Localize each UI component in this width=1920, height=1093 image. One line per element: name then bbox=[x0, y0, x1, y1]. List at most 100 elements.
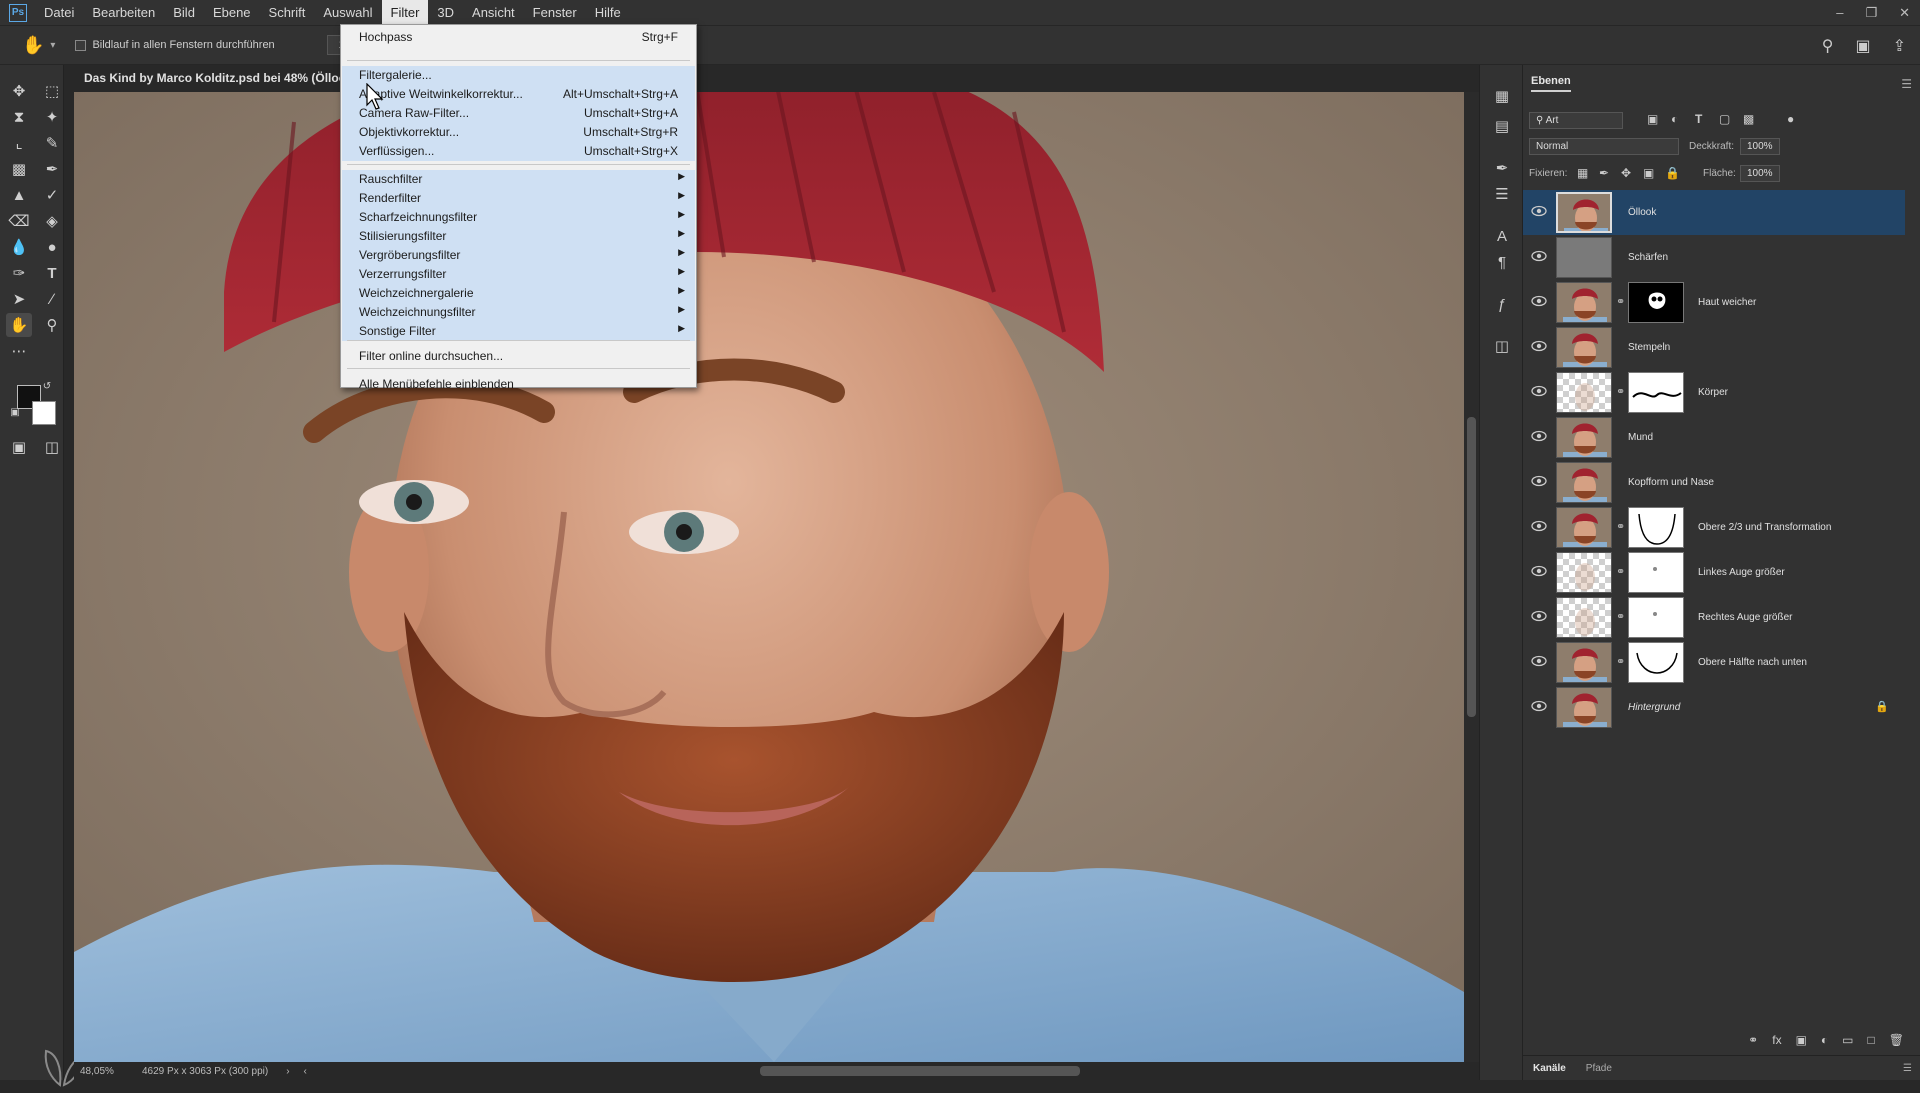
layer-row[interactable]: ⚭ Linkes Auge größer bbox=[1523, 550, 1905, 595]
brush-tool-icon[interactable]: ✒ bbox=[39, 157, 65, 181]
lock-image-icon[interactable]: ✒ bbox=[1599, 166, 1609, 180]
styles-fx-icon[interactable]: ƒ bbox=[1490, 293, 1514, 315]
layer-thumbnail[interactable] bbox=[1556, 237, 1612, 278]
layer-name[interactable]: Kopfform und Nase bbox=[1628, 460, 1714, 505]
layer-thumbnail[interactable] bbox=[1556, 417, 1612, 458]
swap-colors-icon[interactable]: ↺ bbox=[40, 379, 54, 393]
layer-row[interactable]: Mund bbox=[1523, 415, 1905, 460]
mask-link-icon[interactable]: ⚭ bbox=[1616, 385, 1625, 399]
visibility-eye-icon[interactable] bbox=[1531, 653, 1547, 669]
filter-menu-item[interactable]: Weichzeichnungsfilter ▶ bbox=[342, 303, 695, 322]
mask-link-icon[interactable]: ⚭ bbox=[1616, 565, 1625, 579]
mask-link-icon[interactable]: ⚭ bbox=[1616, 655, 1625, 669]
smart-object-filter-icon[interactable]: ▩ bbox=[1743, 112, 1754, 126]
libraries-icon[interactable]: ▦ bbox=[1490, 85, 1514, 107]
layer-name[interactable]: Obere 2/3 und Transformation bbox=[1698, 505, 1831, 550]
layer-name[interactable]: Schärfen bbox=[1628, 235, 1668, 280]
layer-thumbnail[interactable] bbox=[1556, 282, 1612, 323]
marquee-tool-icon[interactable]: ⬚ bbox=[39, 79, 65, 103]
filter-menu-item[interactable]: Camera Raw-Filter... Umschalt+Strg+A bbox=[342, 104, 695, 123]
layer-name[interactable]: Mund bbox=[1628, 415, 1653, 460]
filter-menu-item[interactable]: Filter online durchsuchen... bbox=[342, 347, 695, 366]
layers-panel-title[interactable]: Ebenen bbox=[1531, 75, 1571, 92]
menu-auswahl[interactable]: Auswahl bbox=[314, 0, 381, 25]
menu-hilfe[interactable]: Hilfe bbox=[586, 0, 630, 25]
layer-thumbnail[interactable] bbox=[1556, 327, 1612, 368]
background-color-swatch[interactable] bbox=[32, 401, 56, 425]
adjustment-filter-icon[interactable]: ◐ bbox=[1671, 112, 1678, 126]
layer-thumbnail[interactable] bbox=[1556, 507, 1612, 548]
layer-row[interactable]: Stempeln bbox=[1523, 325, 1905, 370]
lock-all-icon[interactable]: 🔒 bbox=[1665, 166, 1680, 180]
close-icon[interactable]: ✕ bbox=[1899, 5, 1910, 21]
lock-position-icon[interactable]: ✥ bbox=[1621, 166, 1631, 180]
filter-toggle-icon[interactable]: ● bbox=[1787, 112, 1794, 126]
shape-filter-icon[interactable]: ▢ bbox=[1719, 112, 1730, 126]
lock-icon[interactable]: 🔒 bbox=[1875, 700, 1889, 713]
paragraph-icon[interactable]: ¶ bbox=[1490, 251, 1514, 273]
line-tool-icon[interactable]: ∕ bbox=[39, 287, 65, 311]
new-group-icon[interactable]: ▭ bbox=[1842, 1033, 1853, 1047]
lock-artboard-icon[interactable]: ▣ bbox=[1643, 166, 1654, 180]
tab-channels[interactable]: Kanäle bbox=[1523, 1063, 1576, 1074]
mask-link-icon[interactable]: ⚭ bbox=[1616, 295, 1625, 309]
filter-menu-item[interactable]: Stilisierungsfilter ▶ bbox=[342, 227, 695, 246]
eraser-tool-icon[interactable]: ⌫ bbox=[6, 209, 32, 233]
mask-link-icon[interactable]: ⚭ bbox=[1616, 610, 1625, 624]
visibility-eye-icon[interactable] bbox=[1531, 698, 1547, 714]
default-colors-icon[interactable]: ▣ bbox=[8, 405, 22, 419]
status-arrow-icon[interactable]: › bbox=[286, 1066, 289, 1077]
add-mask-icon[interactable]: ▣ bbox=[1796, 1033, 1807, 1047]
layer-name[interactable]: Haut weicher bbox=[1698, 280, 1756, 325]
screen-mode-icon[interactable]: ◫ bbox=[39, 435, 65, 459]
stamp-tool-icon[interactable]: ▲ bbox=[6, 183, 32, 207]
menu-ebene[interactable]: Ebene bbox=[204, 0, 260, 25]
hand-tool-preset-icon[interactable]: ✋ bbox=[22, 35, 44, 56]
quick-mask-icon[interactable]: ▣ bbox=[6, 435, 32, 459]
visibility-eye-icon[interactable] bbox=[1531, 428, 1547, 444]
visibility-eye-icon[interactable] bbox=[1531, 518, 1547, 534]
layer-mask-thumbnail[interactable] bbox=[1628, 507, 1684, 548]
type-filter-icon[interactable]: T bbox=[1695, 112, 1702, 126]
visibility-eye-icon[interactable] bbox=[1531, 563, 1547, 579]
filter-menu-item[interactable]: Rauschfilter ▶ bbox=[342, 170, 695, 189]
menu-bearbeiten[interactable]: Bearbeiten bbox=[83, 0, 164, 25]
menu-ansicht[interactable]: Ansicht bbox=[463, 0, 524, 25]
layer-thumbnail[interactable] bbox=[1556, 597, 1612, 638]
layer-row[interactable]: ⚭ Körper bbox=[1523, 370, 1905, 415]
vertical-scrollbar[interactable] bbox=[1464, 92, 1479, 1062]
layer-name[interactable]: Linkes Auge größer bbox=[1698, 550, 1785, 595]
scroll-left-icon[interactable]: ‹ bbox=[304, 1066, 307, 1077]
horizontal-scroll-thumb[interactable] bbox=[760, 1066, 1080, 1076]
scroll-all-windows-checkbox[interactable] bbox=[75, 39, 87, 51]
layer-mask-thumbnail[interactable] bbox=[1628, 597, 1684, 638]
new-layer-icon[interactable]: □ bbox=[1868, 1033, 1875, 1047]
image-canvas[interactable] bbox=[74, 92, 1464, 1062]
layer-thumbnail[interactable] bbox=[1556, 687, 1612, 728]
layer-thumbnail[interactable] bbox=[1556, 642, 1612, 683]
visibility-eye-icon[interactable] bbox=[1531, 608, 1547, 624]
visibility-eye-icon[interactable] bbox=[1531, 248, 1547, 264]
pen-tool-icon[interactable]: ✑ bbox=[6, 261, 32, 285]
visibility-eye-icon[interactable] bbox=[1531, 203, 1547, 219]
fill-input[interactable]: 100% bbox=[1740, 165, 1780, 182]
filter-menu-item[interactable]: Adaptive Weitwinkelkorrektur... Alt+Umsch… bbox=[342, 85, 695, 104]
layer-thumbnail[interactable] bbox=[1556, 552, 1612, 593]
filter-menu-item[interactable]: Vergröberungsfilter ▶ bbox=[342, 246, 695, 265]
move-tool-icon[interactable]: ✥ bbox=[6, 79, 32, 103]
share-icon[interactable]: ⇪ bbox=[1893, 36, 1906, 56]
search-icon[interactable]: ⚲ bbox=[1822, 36, 1834, 56]
layer-row[interactable]: Kopfform und Nase bbox=[1523, 460, 1905, 505]
chevron-down-icon[interactable]: ▾ bbox=[50, 40, 55, 51]
pixel-filter-icon[interactable]: ▣ bbox=[1647, 112, 1658, 126]
blur-tool-icon[interactable]: 💧 bbox=[6, 235, 32, 259]
layer-row[interactable]: Hintergrund 🔒 bbox=[1523, 685, 1905, 730]
filter-menu-item[interactable]: Hochpass Strg+F bbox=[342, 28, 695, 47]
hand-tool-icon[interactable]: ✋ bbox=[6, 313, 32, 337]
panel-menu-icon[interactable]: ☰ bbox=[1903, 1063, 1912, 1074]
restore-icon[interactable]: ❐ bbox=[1865, 5, 1877, 21]
layer-name[interactable]: Obere Hälfte nach unten bbox=[1698, 640, 1807, 685]
layer-filter-kind-select[interactable]: ⚲ Art bbox=[1529, 112, 1623, 129]
layer-name[interactable]: Stempeln bbox=[1628, 325, 1670, 370]
filter-menu-item[interactable]: Filtergalerie... bbox=[342, 66, 695, 85]
